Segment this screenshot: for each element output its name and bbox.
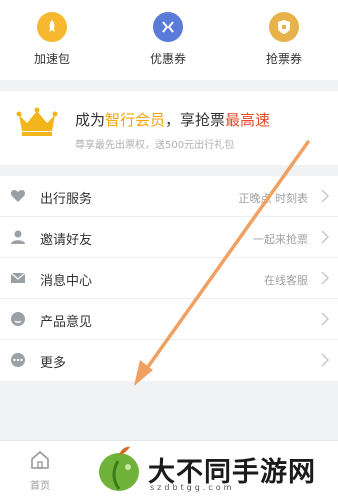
menu-item-feedback[interactable]: 产品意见: [0, 299, 338, 340]
menu-item-hint: 一起来抢票: [253, 233, 308, 246]
quick-actions-bar: 加速包 优惠券 抢票券: [0, 0, 338, 80]
vip-title-fastest: 最高速: [225, 111, 271, 129]
vip-title-membership: 智行会员: [105, 111, 166, 129]
quick-action-label: 抢票券: [265, 52, 302, 66]
tab-home-label: 首页: [30, 481, 50, 492]
ticket-shield-icon: [269, 12, 299, 42]
coupon-icon: [153, 12, 183, 42]
vip-banner[interactable]: 成为智行会员，享抢票最高速 尊享最先出票权，送500元出行礼包: [0, 91, 338, 165]
chevron-right-icon: [321, 271, 330, 285]
menu-item-label: 更多: [40, 356, 67, 371]
quick-action-ticket[interactable]: 抢票券: [244, 12, 324, 67]
quick-action-coupon[interactable]: 优惠券: [128, 12, 208, 67]
menu-item-message-center[interactable]: 消息中心 在线客服: [0, 258, 338, 299]
rocket-icon: [37, 12, 67, 42]
menu-item-label: 消息中心: [40, 274, 93, 289]
tab-home[interactable]: 首页: [22, 449, 58, 492]
menu-item-more[interactable]: 更多: [0, 340, 338, 381]
home-icon: [31, 450, 49, 469]
vip-title: 成为智行会员，享抢票最高速: [75, 109, 270, 130]
watermark-url: szdbtgg.com: [150, 483, 235, 492]
watermark: 大不同手游网 szdbtgg.com: [92, 440, 338, 497]
menu-item-hint: 正晚点 时刻表: [238, 192, 309, 205]
chevron-right-icon: [321, 353, 330, 367]
feedback-icon: [11, 312, 25, 326]
menu-item-label: 出行服务: [40, 192, 93, 207]
more-icon: [11, 353, 25, 367]
menu-item-invite-friends[interactable]: 邀请好友 一起来抢票: [0, 217, 338, 258]
chevron-right-icon: [321, 189, 330, 203]
settings-menu: 出行服务 正晚点 时刻表 邀请好友 一起来抢票 消息中心 在线客服 产品意见 更…: [0, 176, 338, 381]
chevron-right-icon: [321, 230, 330, 244]
mail-icon: [10, 272, 26, 283]
crown-icon: [16, 107, 58, 136]
vip-title-prefix: 成为: [75, 111, 106, 129]
watermark-logo-icon: [99, 446, 139, 491]
menu-item-label: 邀请好友: [40, 233, 93, 248]
quick-action-label: 加速包: [33, 52, 70, 66]
quick-action-label: 优惠券: [149, 52, 186, 66]
user-icon: [11, 230, 25, 244]
menu-item-label: 产品意见: [40, 315, 93, 330]
vip-title-middle: ，享抢票: [165, 111, 226, 129]
quick-action-speed-pack[interactable]: 加速包: [12, 12, 92, 67]
menu-item-travel-service[interactable]: 出行服务 正晚点 时刻表: [0, 176, 338, 217]
menu-item-hint: 在线客服: [264, 274, 308, 287]
vip-subtitle: 尊享最先出票权，送500元出行礼包: [75, 140, 235, 151]
heart-icon: [10, 190, 26, 202]
chevron-right-icon: [321, 312, 330, 326]
